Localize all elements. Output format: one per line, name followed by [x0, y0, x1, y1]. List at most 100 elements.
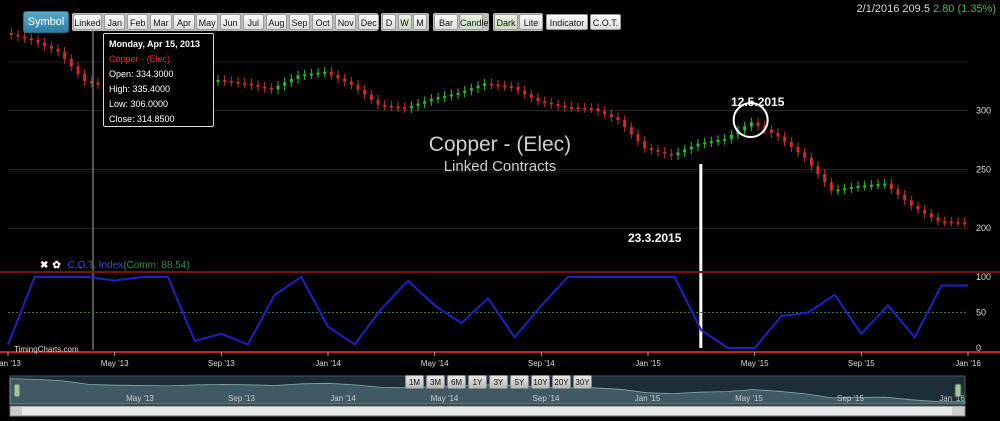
candle-body	[543, 101, 547, 104]
range-button-1m[interactable]: 1M	[405, 375, 424, 389]
candle-body	[756, 122, 760, 126]
range-button-20y[interactable]: 20Y	[552, 375, 571, 389]
candle-body	[783, 136, 787, 142]
candle-body	[29, 38, 33, 41]
candle-body	[563, 105, 567, 108]
candle-body	[569, 107, 573, 110]
candle-body	[649, 148, 653, 151]
navigator-right-handle[interactable]	[954, 383, 962, 398]
price-tooltip: Monday, Apr 15, 2013 Copper - (Elec) Ope…	[103, 33, 214, 127]
chart-title: Copper - (Elec)	[428, 133, 572, 156]
candle-body	[636, 134, 640, 142]
watermark: TimingCharts.com	[14, 345, 79, 354]
candle-body	[343, 78, 347, 82]
candle-body	[276, 85, 280, 90]
tooltip-date: Monday, Apr 15, 2013	[109, 39, 201, 49]
candle-body	[383, 104, 387, 107]
candle-body	[749, 122, 753, 127]
candle-body	[469, 88, 473, 91]
range-button-30y[interactable]: 30Y	[573, 375, 592, 389]
candle-body	[289, 78, 293, 83]
tooltip-close: Close: 314.8500	[109, 114, 175, 124]
range-button-3y[interactable]: 3Y	[489, 375, 508, 389]
candle-body	[523, 90, 527, 95]
candle-body	[863, 185, 867, 188]
x-tick-label: May '15	[741, 359, 769, 368]
candle-body	[83, 73, 87, 82]
candle-body	[816, 165, 820, 175]
cot-legend-value: (Comm: 88.54)	[123, 260, 190, 271]
range-button-6m[interactable]: 6M	[447, 375, 466, 389]
candle-body	[643, 141, 647, 149]
range-button-10y[interactable]: 10Y	[531, 375, 550, 389]
candle-body	[809, 157, 813, 166]
candle-body	[336, 75, 340, 79]
candle-body	[483, 83, 487, 86]
tooltip-high: High: 335.4000	[109, 84, 171, 94]
candle-body	[576, 107, 580, 110]
x-tick-label: Jan '16	[955, 359, 981, 368]
candle-body	[496, 84, 500, 87]
candle-body	[743, 126, 747, 131]
candle-body	[43, 42, 47, 46]
candle-body	[516, 87, 520, 91]
candle-body	[609, 114, 613, 118]
candle-body	[883, 183, 887, 186]
candle-body	[423, 101, 427, 104]
candle-body	[663, 151, 667, 154]
candle-body	[456, 92, 460, 95]
candle-body	[443, 95, 447, 98]
candle-body	[836, 189, 840, 192]
candle-body	[596, 108, 600, 112]
candle-body	[629, 127, 633, 135]
range-button-1y[interactable]: 1Y	[468, 375, 487, 389]
candle-body	[96, 82, 100, 85]
candle-body	[236, 81, 240, 84]
candle-body	[76, 66, 80, 74]
navigator-tick-label: Jan '15	[635, 394, 661, 403]
candle-body	[229, 80, 233, 83]
candle-body	[49, 45, 53, 49]
candle-body	[243, 82, 247, 85]
candle-body	[956, 221, 960, 224]
x-tick-label: Sep '13	[208, 359, 235, 368]
candle-body	[296, 75, 300, 79]
candle-body	[269, 87, 273, 90]
gear-icon[interactable]: ✿	[52, 260, 60, 271]
candle-body	[689, 146, 693, 150]
candle-body	[729, 134, 733, 139]
candle-body	[929, 213, 933, 218]
range-button-5y[interactable]: 5Y	[510, 375, 529, 389]
candle-body	[889, 183, 893, 190]
tooltip-low: Low: 306.0000	[109, 99, 169, 109]
candle-body	[256, 85, 260, 87]
candle-body	[389, 105, 393, 108]
x-tick-label: Jan '14	[315, 359, 341, 368]
candle-body	[903, 194, 907, 201]
annotation-peak-date: 12.5.2015	[731, 95, 785, 109]
candle-body	[803, 152, 807, 158]
chart-subtitle: Linked Contracts	[443, 158, 557, 175]
candle-body	[869, 184, 873, 187]
navigator-tick-label: May '13	[126, 394, 154, 403]
x-tick-label: Jan '15	[635, 359, 661, 368]
candle-body	[676, 152, 680, 156]
candle-body	[823, 174, 827, 183]
x-tick-label: Jan '13	[0, 359, 21, 368]
cot-legend: ✖ ✿ C.O.T. Index(Comm: 88.54)	[40, 260, 190, 271]
price-y-tick-label: 250	[976, 164, 991, 174]
candle-body	[843, 188, 847, 191]
cot-legend-label: C.O.T. Index	[67, 260, 124, 271]
close-icon[interactable]: ✖	[40, 260, 48, 271]
x-tick-label: Sep '15	[848, 359, 875, 368]
navigator-scroll-thumb	[22, 407, 952, 415]
annotation-low-date: 23.3.2015	[628, 231, 682, 245]
x-tick-label: May '14	[421, 359, 449, 368]
candle-body	[923, 209, 927, 214]
navigator-left-handle[interactable]	[13, 383, 21, 398]
candle-body	[509, 86, 513, 89]
range-button-3m[interactable]: 3M	[426, 375, 445, 389]
candle-body	[89, 81, 93, 84]
candle-body	[396, 106, 400, 109]
candle-body	[549, 102, 553, 105]
